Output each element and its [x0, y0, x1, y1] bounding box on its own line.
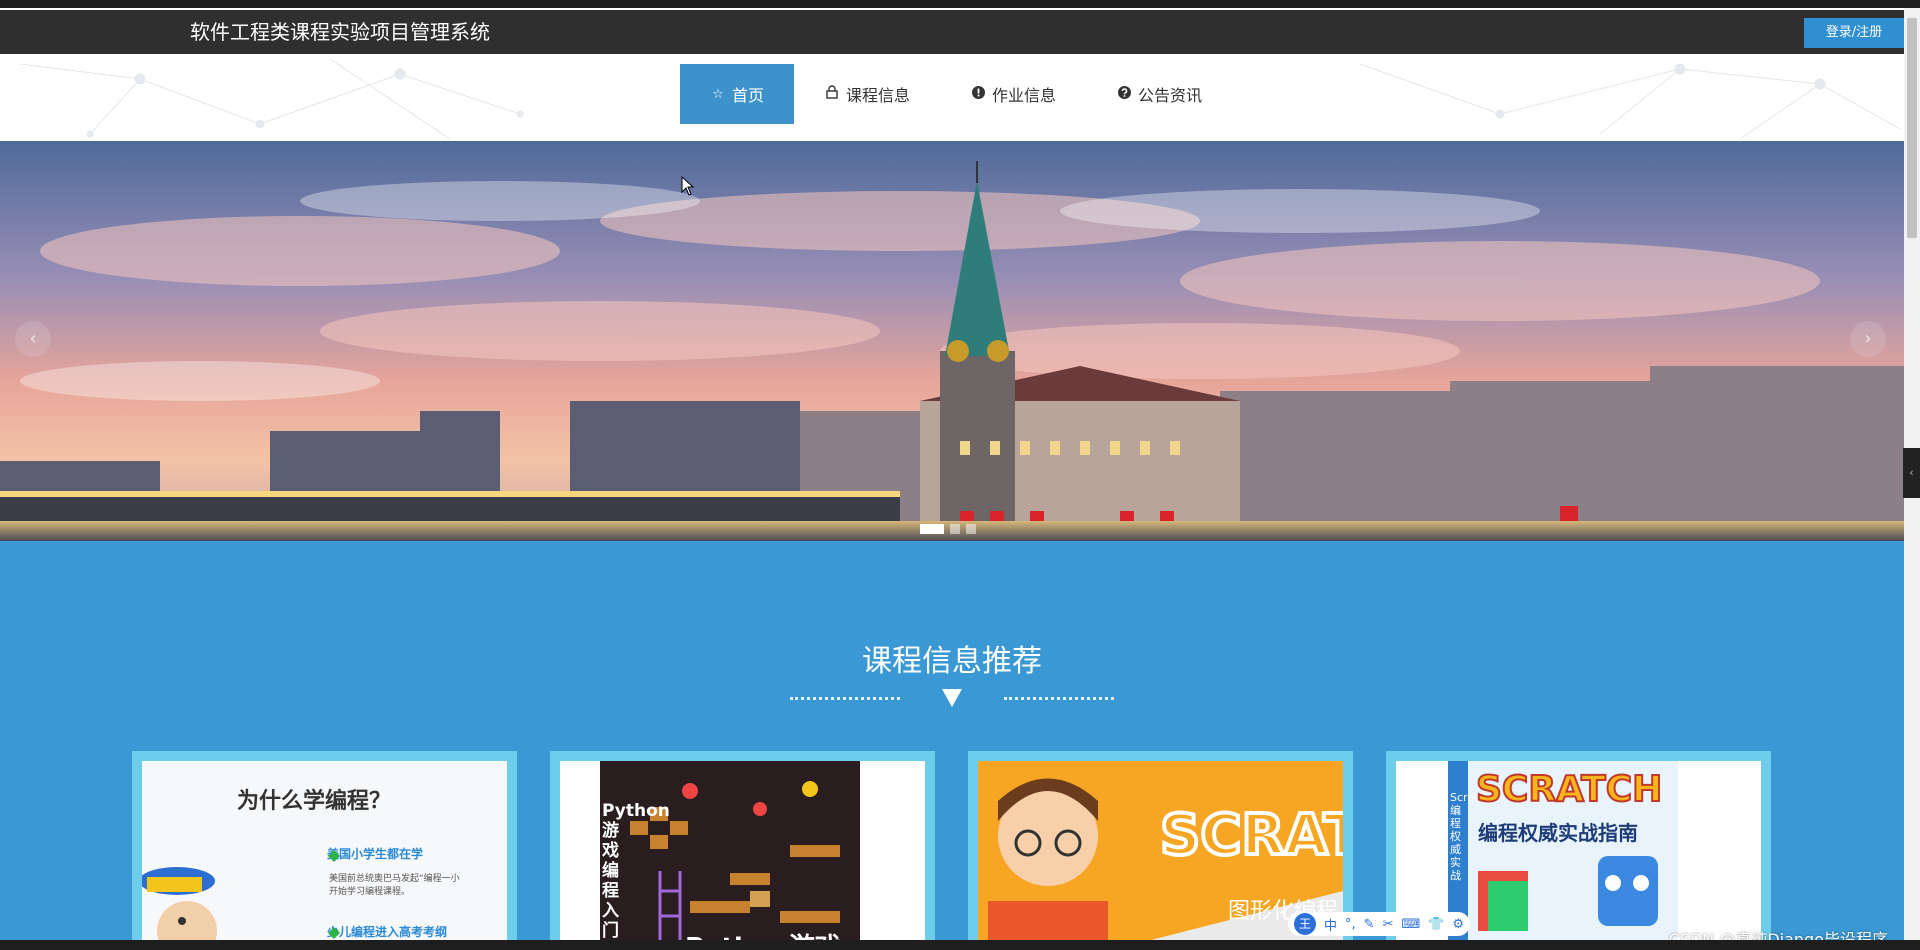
nav-area: ☆ 首页 课程信息 作业信息 公告资讯 [0, 54, 1904, 141]
down-triangle-icon [942, 689, 962, 707]
site-title: 软件工程类课程实验项目管理系统 [190, 20, 490, 44]
nav-item-homework-info[interactable]: 作业信息 [940, 64, 1086, 124]
main-nav: ☆ 首页 课程信息 作业信息 公告资讯 [680, 64, 1232, 124]
nav-item-announcements[interactable]: 公告资讯 [1086, 64, 1232, 124]
course-recommend-section: 课程信息推荐 为什么学编程？ 美国小学生都在学 美国前总统奥巴马发起“编程一小 … [0, 541, 1904, 940]
course-card-image: 为什么学编程？ 美国小学生都在学 美国前总统奥巴马发起“编程一小 开始学习编程课… [142, 761, 507, 940]
carousel-indicators [920, 524, 976, 534]
gear-icon[interactable]: ⚙ [1452, 917, 1464, 932]
question-circle-icon [1116, 85, 1132, 103]
lock-icon [824, 85, 840, 103]
exclamation-circle-icon [970, 85, 986, 103]
ime-mode-toggle[interactable]: 中 [1324, 915, 1337, 934]
carousel-dot[interactable] [966, 524, 976, 534]
nav-item-label: 首页 [732, 86, 765, 105]
card-logo-text: SCRAT [1158, 801, 1343, 870]
top-bar: 软件工程类课程实验项目管理系统 登录/注册 [0, 10, 1904, 54]
pen-icon[interactable]: ✎ [1364, 917, 1375, 932]
nav-item-course-info[interactable]: 课程信息 [794, 64, 940, 124]
course-card-image: SCRAT 图形化编程 [978, 761, 1343, 940]
card-bottom-text: Python游戏 [685, 927, 841, 940]
carousel-dot[interactable] [920, 524, 944, 534]
shirt-icon[interactable]: 👕 [1428, 917, 1444, 932]
nav-item-label: 作业信息 [992, 86, 1057, 105]
card-side-text: Python游戏编程入门 [602, 801, 670, 940]
banner-carousel[interactable]: ‹ › [0, 141, 1904, 541]
course-card[interactable]: 为什么学编程？ 美国小学生都在学 美国前总统奥巴马发起“编程一小 开始学习编程课… [132, 751, 517, 940]
ime-logo-icon: 王 [1294, 913, 1316, 935]
scissors-icon[interactable]: ✂ [1383, 917, 1394, 932]
course-card[interactable]: Python游戏编程入门 Python游戏 [550, 751, 935, 940]
side-panel-toggle-chevron-left-icon[interactable]: ‹ [1903, 448, 1920, 498]
scrollbar-thumb[interactable] [1907, 18, 1917, 238]
carousel-prev-button[interactable]: ‹ [15, 321, 51, 357]
watermark-text: CSDN @真纯Django毕设程序 [1668, 930, 1888, 940]
carousel-next-button[interactable]: › [1850, 321, 1886, 357]
ime-toolbar[interactable]: 王 中 °, ✎ ✂ ⌨ 👕 ⚙ [1288, 912, 1471, 936]
course-card-image: Python游戏编程入门 Python游戏 [560, 761, 925, 940]
nav-item-label: 公告资讯 [1138, 86, 1203, 105]
section-divider [0, 689, 1904, 707]
section-title: 课程信息推荐 [862, 644, 1042, 679]
mouse-cursor-icon [681, 176, 695, 196]
carousel-dot[interactable] [950, 524, 960, 534]
nav-item-home[interactable]: ☆ 首页 [680, 64, 795, 124]
punctuation-icon[interactable]: °, [1345, 917, 1356, 932]
page: 软件工程类课程实验项目管理系统 登录/注册 ☆ 首页 课程信息 作业信息 公告资… [0, 8, 1904, 940]
nav-item-label: 课程信息 [846, 86, 911, 105]
keyboard-icon[interactable]: ⌨ [1401, 917, 1420, 932]
course-card-list: 为什么学编程？ 美国小学生都在学 美国前总统奥巴马发起“编程一小 开始学习编程课… [132, 751, 1771, 940]
login-register-button[interactable]: 登录/注册 [1804, 18, 1904, 48]
star-outline-icon: ☆ [712, 86, 724, 102]
banner-image-city [0, 141, 1904, 541]
